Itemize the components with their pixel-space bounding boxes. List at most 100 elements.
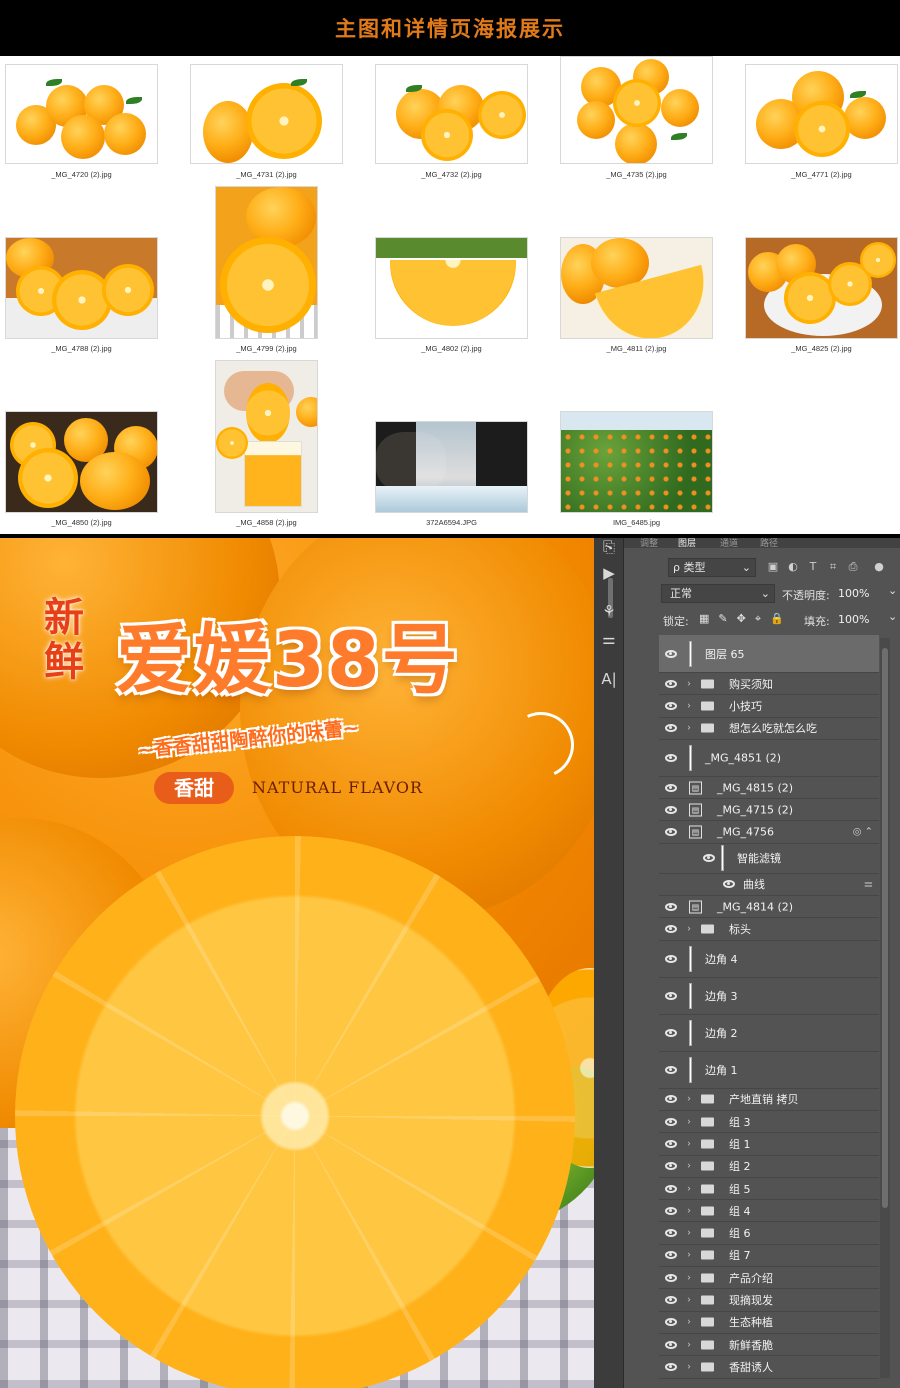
expand-chevron-icon[interactable]: › (687, 1317, 691, 1328)
layer-row[interactable]: › 香甜诱人 (659, 1356, 879, 1379)
visibility-eye-icon[interactable] (665, 1117, 677, 1126)
thumbnail-image[interactable] (745, 64, 898, 164)
visibility-eye-icon[interactable] (665, 1229, 677, 1238)
layer-row[interactable]: › 组 5 (659, 1177, 879, 1201)
visibility-eye-icon[interactable] (665, 1340, 677, 1349)
thumbnail-image[interactable] (215, 360, 318, 513)
expand-chevron-icon[interactable]: › (687, 1250, 691, 1261)
visibility-eye-icon[interactable] (665, 1273, 677, 1282)
visibility-eye-icon[interactable] (665, 954, 677, 963)
expand-chevron-icon[interactable]: › (687, 700, 691, 711)
layer-row[interactable]: ▤ _MG_4715 (2) (659, 799, 879, 822)
visibility-eye-icon[interactable] (665, 753, 677, 762)
tab-channels[interactable]: 通道 (720, 536, 738, 549)
layer-row[interactable]: _MG_4851 (2) (659, 739, 879, 777)
layer-row[interactable]: › 组 1 (659, 1133, 879, 1156)
layer-row[interactable]: 智能滤镜 (659, 843, 879, 874)
layer-row[interactable]: ⚌ 曲线 (659, 873, 879, 897)
visibility-eye-icon[interactable] (665, 805, 677, 814)
visibility-eye-icon[interactable] (665, 1318, 677, 1327)
layer-row[interactable]: › 生态种植 (659, 1311, 879, 1334)
thumbnail-image[interactable] (375, 421, 528, 513)
layer-row[interactable]: ▤ ◎ ⌃ _MG_4756 (659, 821, 879, 844)
layer-row[interactable]: ▤ _MG_4815 (2) (659, 776, 879, 800)
thumbnail-image[interactable] (560, 237, 713, 339)
thumbnail-image[interactable] (375, 237, 528, 339)
blend-mode-select[interactable]: 正常 ⌄ (661, 584, 775, 603)
filter-toggle-icon[interactable]: ● (872, 560, 886, 574)
opacity-input[interactable]: 100% (838, 587, 869, 600)
thumbnail-image[interactable] (560, 56, 713, 164)
visibility-eye-icon[interactable] (665, 1028, 677, 1037)
thumbnail-image[interactable] (375, 64, 528, 164)
visibility-eye-icon[interactable] (665, 1206, 677, 1215)
layer-row[interactable]: › 购买须知 (659, 673, 879, 696)
layer-row[interactable]: 图层 65 (659, 635, 879, 673)
chevron-down-icon[interactable]: ⌄ (888, 584, 897, 597)
image-filter-icon[interactable]: ▣ (766, 560, 780, 574)
expand-chevron-icon[interactable]: › (687, 723, 691, 734)
visibility-eye-icon[interactable] (703, 854, 715, 863)
adjust-icon[interactable]: ⚌ (600, 630, 618, 648)
history-icon[interactable]: ⎘ (600, 538, 618, 556)
brush-settings-icon[interactable]: ⚘ (600, 602, 618, 620)
smart-object-filter-icon[interactable]: ⎙ (846, 560, 860, 574)
layer-row[interactable]: › 小技巧 (659, 695, 879, 718)
expand-chevron-icon[interactable]: › (687, 1116, 691, 1127)
adjustment-filter-icon[interactable]: ◐ (786, 560, 800, 574)
layer-row[interactable]: › 组 7 (659, 1244, 879, 1268)
expand-chevron-icon[interactable]: › (687, 678, 691, 689)
layer-row[interactable]: › 组 3 (659, 1111, 879, 1134)
layer-row[interactable]: › 新鲜香脆 (659, 1334, 879, 1357)
thumbnail-image[interactable] (215, 186, 318, 339)
visibility-eye-icon[interactable] (665, 649, 677, 658)
expand-chevron-icon[interactable]: › (687, 1295, 691, 1306)
play-icon[interactable]: ▶ (600, 564, 618, 582)
expand-chevron-icon[interactable]: › (687, 1339, 691, 1350)
expand-chevron-icon[interactable]: › (687, 1138, 691, 1149)
layer-row[interactable]: › 组 6 (659, 1222, 879, 1245)
layer-row[interactable]: ▤ _MG_4814 (2) (659, 896, 879, 919)
shape-filter-icon[interactable]: ⌗ (826, 560, 840, 574)
expand-chevron-icon[interactable]: › (687, 1161, 691, 1172)
layer-row[interactable]: 边角 2 (659, 1014, 879, 1052)
character-icon[interactable]: A| (600, 670, 618, 688)
visibility-eye-icon[interactable] (665, 679, 677, 688)
expand-chevron-icon[interactable]: › (687, 924, 691, 935)
layer-row[interactable]: › 产地直销 拷贝 (659, 1088, 879, 1111)
expand-chevron-icon[interactable]: › (687, 1094, 691, 1105)
lock-icons[interactable]: ▦✎✥⌖🔒 (699, 612, 793, 626)
layer-row[interactable]: › 现摘现发 (659, 1289, 879, 1312)
layer-row[interactable]: › 想怎么吃就怎么吃 (659, 717, 879, 740)
visibility-eye-icon[interactable] (665, 1184, 677, 1193)
layer-row[interactable]: › 组 2 (659, 1155, 879, 1178)
chevron-down-icon[interactable]: ⌄ (888, 610, 897, 623)
visibility-eye-icon[interactable] (665, 783, 677, 792)
visibility-eye-icon[interactable] (665, 828, 677, 837)
visibility-eye-icon[interactable] (665, 1296, 677, 1305)
visibility-eye-icon[interactable] (665, 991, 677, 1000)
visibility-eye-icon[interactable] (665, 1362, 677, 1371)
text-filter-icon[interactable]: T (806, 560, 820, 574)
thumbnail-image[interactable] (190, 64, 343, 164)
thumbnail-image[interactable] (5, 411, 158, 513)
visibility-eye-icon[interactable] (665, 1162, 677, 1171)
layer-row[interactable]: 边角 3 (659, 977, 879, 1015)
thumbnail-image[interactable] (5, 237, 158, 339)
fill-input[interactable]: 100% (838, 613, 869, 626)
expand-chevron-icon[interactable]: › (687, 1361, 691, 1372)
scrollbar-thumb[interactable] (882, 648, 888, 1208)
visibility-eye-icon[interactable] (665, 925, 677, 934)
thumbnail-image[interactable] (560, 411, 713, 513)
visibility-eye-icon[interactable] (665, 1065, 677, 1074)
filter-options-icon[interactable]: ⚌ (864, 879, 873, 890)
layer-row[interactable]: 边角 4 (659, 940, 879, 978)
tab-layers[interactable]: 图层 (678, 536, 696, 549)
visibility-eye-icon[interactable] (665, 1095, 677, 1104)
thumbnail-image[interactable] (5, 64, 158, 164)
expand-chevron-icon[interactable]: › (687, 1183, 691, 1194)
visibility-eye-icon[interactable] (723, 880, 735, 889)
visibility-eye-icon[interactable] (665, 701, 677, 710)
layer-row[interactable]: › 组 4 (659, 1200, 879, 1223)
layer-row[interactable]: › 标头 (659, 918, 879, 941)
